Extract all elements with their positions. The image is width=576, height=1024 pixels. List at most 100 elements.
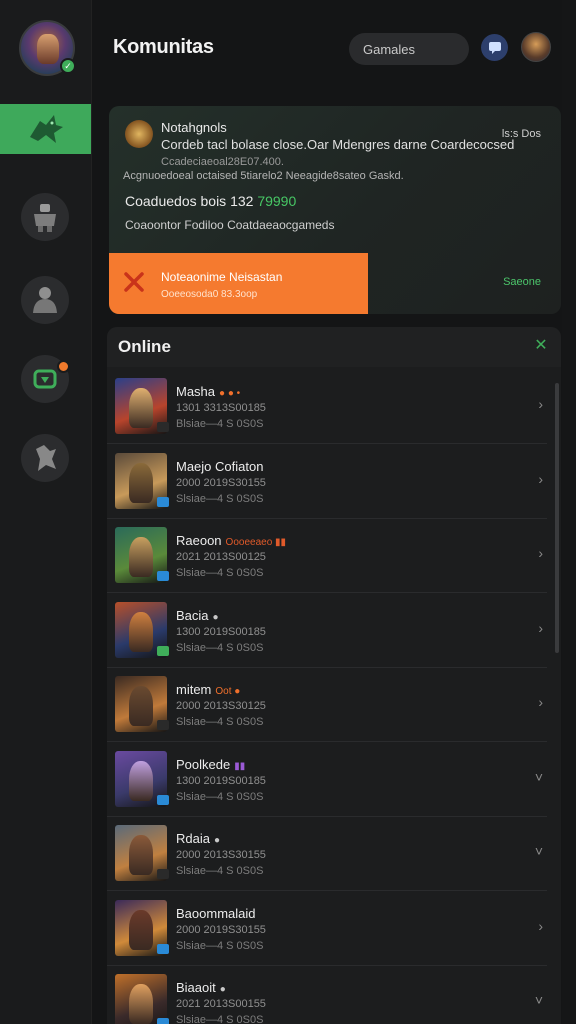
player-status-tag: ● (213, 835, 221, 846)
chevron-icon[interactable]: ˅ (535, 843, 543, 859)
player-name-text: Biaaoit (176, 980, 216, 995)
chevron-icon[interactable]: › (538, 918, 543, 934)
edge-strip (562, 0, 576, 1024)
page-title: Komunitas (113, 36, 214, 58)
notification-stats: Coaduedos bois 132 79990 (125, 193, 296, 209)
platform-badge (157, 720, 169, 730)
player-status-tag: ● (219, 984, 226, 995)
online-title: Online (118, 337, 171, 356)
chevron-icon[interactable]: › (538, 545, 543, 561)
online-row[interactable]: Bacia ● 1300 2019S00185 Slsiae—4 S 0S0S › (107, 594, 547, 668)
stats-label: Coaduedos bois 132 (125, 193, 254, 209)
player-name: Maejo Cofiaton (176, 459, 267, 474)
player-figure (129, 388, 153, 428)
player-name-text: Baoommalaid (176, 905, 256, 921)
player-submeta: Slsiae—4 S 0S0S (176, 567, 264, 579)
player-name-text: mitem (176, 682, 212, 697)
player-name-text: Masha (176, 384, 216, 399)
online-status-badge: ✓ (60, 58, 76, 74)
player-name: Bacia ● (176, 608, 219, 623)
online-header: Online ✕ (107, 327, 561, 367)
player-thumbnail (115, 974, 167, 1024)
player-name: Rdaia ● (176, 831, 220, 846)
online-row[interactable]: Poolkede ▮▮ 1300 2019S00185 Slsiae—4 S 0S0S… (107, 743, 547, 817)
notification-time: ls:s Dos (501, 128, 541, 140)
notification-tags: Coaoontor Fodiloo Coatdaeaocgameds (125, 218, 335, 232)
game-logo-icon (125, 120, 153, 148)
online-row[interactable]: Raeoon Oooeeaeo ▮▮ 2021 2013S00125 Slsiae—4… (107, 519, 547, 593)
player-meta: 2021 2013S00155 (176, 998, 266, 1010)
stats-value: 79990 (257, 193, 297, 209)
player-meta: 2000 2019S30155 (176, 923, 266, 936)
chevron-icon[interactable]: › (538, 620, 543, 636)
notification-card[interactable]: Notahgnols Cordeb tacl bolase close.Oar … (109, 106, 561, 314)
online-row[interactable]: Biaaoit ● 2021 2013S00155 Slsiae—4 S 0S0S ˅ (107, 966, 547, 1024)
player-meta: 1301 3313S00185 (176, 402, 266, 414)
player-figure (129, 760, 153, 801)
rail-item-community[interactable] (0, 104, 91, 154)
player-status-tag: ● ● • (219, 388, 241, 399)
profile-avatar[interactable] (521, 32, 551, 62)
player-meta: 2000 2019S30155 (176, 476, 266, 489)
chevron-icon[interactable]: ˅ (535, 769, 543, 785)
player-figure (129, 611, 153, 652)
scrollbar[interactable] (555, 383, 559, 653)
chevron-icon[interactable]: ˅ (535, 992, 543, 1008)
notification-dot (57, 360, 70, 373)
platform-badge (157, 645, 169, 656)
player-status-tag: ▮▮ (234, 760, 246, 772)
player-name: Biaaoit ● (176, 980, 226, 995)
player-status-tag: ● (212, 611, 219, 623)
chevron-icon[interactable]: › (538, 471, 543, 487)
rail-item-robot[interactable] (21, 193, 69, 241)
platform-badge (157, 869, 169, 879)
dragon-icon (29, 115, 63, 143)
player-submeta: Slsiae—4 S 0S0S (176, 1014, 264, 1024)
online-row[interactable]: Baoommalaid 2000 2019S30155 Slsiae—4 S 0S0… (107, 892, 547, 966)
collapse-icon[interactable]: ✕ (533, 338, 549, 354)
player-meta: 2000 2013S30125 (176, 700, 266, 712)
player-name-text: Poolkede (176, 756, 231, 772)
player-name-text: Rdaia (176, 831, 210, 846)
player-figure (129, 537, 153, 577)
search-input[interactable]: Gamales (349, 33, 469, 65)
robot-warrior-icon (34, 204, 56, 232)
player-submeta: Blsiae—4 S 0S0S (176, 418, 264, 430)
player-name: Poolkede ▮▮ (176, 757, 245, 772)
platform-badge (157, 496, 169, 507)
chevron-icon[interactable]: › (538, 396, 543, 412)
player-submeta: Slsiae—4 S 0S0S (176, 641, 264, 654)
online-row[interactable]: Masha ● ● • 1301 3313S00185 Blsiae—4 S 0S0S… (107, 370, 547, 444)
chat-button[interactable] (481, 34, 508, 61)
player-figure (129, 835, 153, 875)
player-submeta: Slsiae—4 S 0S0S (176, 865, 264, 877)
alert-banner[interactable]: Noteaonime Neisastan Ooeeosoda0 83.3oop (109, 253, 368, 314)
player-name-text: Maejo Cofiaton (176, 458, 264, 474)
platform-badge (157, 571, 169, 581)
player-figure (129, 462, 153, 503)
player-figure (129, 984, 153, 1024)
player-submeta: Slsiae—4 S 0S0S (176, 492, 264, 505)
player-name-text: Bacia (176, 607, 209, 623)
notification-action-link[interactable]: Saeone (503, 276, 541, 288)
left-rail: ✓ (0, 0, 92, 1024)
player-figure (129, 686, 153, 726)
player-status-tag: Oooeeaeo ▮▮ (225, 537, 287, 548)
notification-description: Acgnuoedoeal octaised 5tiarelo2 Neeagide… (123, 170, 404, 182)
player-status-tag: Oot ● (215, 686, 241, 697)
platform-badge (157, 422, 169, 432)
chevron-icon[interactable]: › (538, 694, 543, 710)
online-row[interactable]: Maejo Cofiaton 2000 2019S30155 Slsiae—4 S … (107, 445, 547, 519)
rail-item-brute[interactable] (21, 276, 69, 324)
player-name-text: Raeoon (176, 533, 222, 548)
player-name: Masha ● ● • (176, 384, 240, 399)
alert-title: Noteaonime Neisastan (161, 270, 283, 284)
player-name: Raeoon Oooeeaeo ▮▮ (176, 533, 286, 548)
rail-item-mech[interactable] (21, 434, 69, 482)
player-submeta: Slsiae—4 S 0S0S (176, 716, 264, 728)
notification-message: Cordeb tacl bolase close.Oar Mdengres da… (161, 137, 515, 152)
online-row[interactable]: Rdaia ● 2000 2013S30155 Slsiae—4 S 0S0S ˅ (107, 817, 547, 891)
notification-title: Notahgnols (161, 120, 227, 135)
online-row[interactable]: mitem Oot ● 2000 2013S30125 Slsiae—4 S 0S0S… (107, 668, 547, 742)
alert-subtitle: Ooeeosoda0 83.3oop (161, 289, 258, 300)
